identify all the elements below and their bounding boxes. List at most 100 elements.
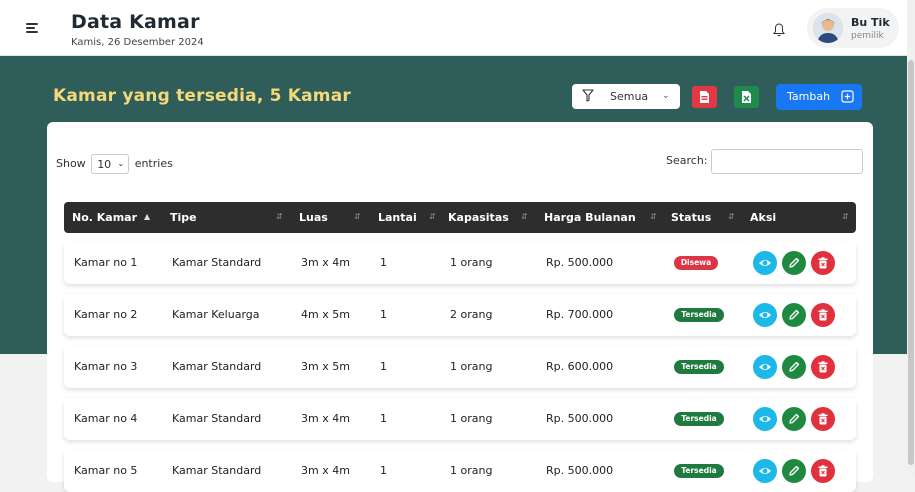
hamburger-icon[interactable]	[26, 23, 38, 33]
entries-label: entries	[134, 157, 173, 170]
edit-button[interactable]	[782, 303, 806, 327]
cell-luas: 4m x 5m	[301, 308, 350, 321]
sort-icon: ⇵	[354, 212, 361, 221]
cell-no-kamar: Kamar no 5	[74, 464, 138, 477]
view-button[interactable]	[753, 303, 777, 327]
cell-harga: Rp. 600.000	[546, 360, 614, 373]
cell-harga: Rp. 500.000	[546, 256, 614, 269]
delete-button[interactable]	[811, 407, 835, 431]
delete-button[interactable]	[811, 355, 835, 379]
add-room-button[interactable]: Tambah	[776, 84, 862, 110]
sort-icon: ⇵	[728, 212, 735, 221]
pencil-icon	[789, 257, 800, 268]
search-input[interactable]	[711, 149, 863, 174]
export-pdf-button[interactable]	[692, 86, 717, 108]
edit-button[interactable]	[782, 251, 806, 275]
cell-kapasitas: 1 orang	[450, 464, 493, 477]
delete-button[interactable]	[811, 303, 835, 327]
eye-icon	[759, 364, 771, 370]
sort-icon: ⇵	[521, 212, 528, 221]
edit-button[interactable]	[782, 459, 806, 483]
delete-button[interactable]	[811, 459, 835, 483]
trash-icon	[818, 309, 828, 321]
plus-square-icon	[841, 90, 854, 103]
table-row: Kamar no 2 Kamar Keluarga 4m x 5m 1 2 or…	[64, 294, 856, 336]
trash-icon	[818, 257, 828, 269]
cell-harga: Rp. 500.000	[546, 412, 614, 425]
view-button[interactable]	[753, 407, 777, 431]
sort-icon: ⇵	[842, 212, 849, 221]
edit-button[interactable]	[782, 355, 806, 379]
cell-no-kamar: Kamar no 2	[74, 308, 138, 321]
avatar	[813, 13, 843, 43]
user-name: Bu Tik	[851, 16, 890, 29]
view-button[interactable]	[753, 459, 777, 483]
filter-value: Semua	[610, 90, 649, 103]
status-filter-select[interactable]: Semua ⌄	[572, 84, 680, 109]
cell-tipe: Kamar Standard	[172, 360, 262, 373]
eye-icon	[759, 416, 771, 422]
view-button[interactable]	[753, 251, 777, 275]
page-date: Kamis, 26 Desember 2024	[71, 37, 204, 48]
cell-tipe: Kamar Keluarga	[172, 308, 260, 321]
eye-icon	[759, 260, 771, 266]
column-header-luas[interactable]: Luas	[299, 211, 328, 224]
cell-lantai: 1	[380, 308, 387, 321]
status-badge: Disewa	[674, 256, 718, 270]
bell-icon[interactable]	[773, 23, 785, 37]
cell-kapasitas: 1 orang	[450, 256, 493, 269]
column-header-harga[interactable]: Harga Bulanan	[544, 211, 636, 224]
delete-button[interactable]	[811, 251, 835, 275]
column-header-no-kamar[interactable]: No. Kamar	[72, 211, 137, 224]
status-badge: Tersedia	[674, 464, 724, 478]
table-row: Kamar no 3 Kamar Standard 3m x 5m 1 1 or…	[64, 346, 856, 388]
cell-lantai: 1	[380, 464, 387, 477]
entries-control: Show 10 ⌄ entries	[56, 154, 173, 174]
view-button[interactable]	[753, 355, 777, 379]
column-header-aksi[interactable]: Aksi	[750, 211, 776, 224]
cell-no-kamar: Kamar no 4	[74, 412, 138, 425]
trash-icon	[818, 413, 828, 425]
user-menu[interactable]: Bu Tik pemilik	[807, 8, 899, 48]
table-row: Kamar no 1 Kamar Standard 3m x 4m 1 1 or…	[64, 242, 856, 284]
trash-icon	[818, 361, 828, 373]
column-header-lantai[interactable]: Lantai	[378, 211, 417, 224]
cell-luas: 3m x 4m	[301, 464, 350, 477]
section-heading: Kamar yang tersedia, 5 Kamar	[53, 86, 351, 106]
cell-kapasitas: 1 orang	[450, 412, 493, 425]
column-header-status[interactable]: Status	[671, 211, 711, 224]
status-badge: Tersedia	[674, 308, 724, 322]
eye-icon	[759, 312, 771, 318]
cell-kapasitas: 2 orang	[450, 308, 493, 321]
scrollbar-thumb[interactable]	[908, 60, 914, 465]
column-header-kapasitas[interactable]: Kapasitas	[448, 211, 509, 224]
export-excel-button[interactable]	[734, 86, 759, 108]
eye-icon	[759, 468, 771, 474]
file-pdf-icon	[700, 91, 709, 103]
sort-icon: ⇵	[429, 212, 436, 221]
pencil-icon	[789, 465, 800, 476]
cell-luas: 3m x 4m	[301, 256, 350, 269]
cell-luas: 3m x 5m	[301, 360, 350, 373]
filter-icon	[582, 89, 594, 102]
cell-lantai: 1	[380, 360, 387, 373]
status-badge: Tersedia	[674, 412, 724, 426]
show-label: Show	[56, 157, 86, 170]
chevron-down-icon: ⌄	[117, 159, 125, 168]
pencil-icon	[789, 361, 800, 372]
sort-icon: ⇵	[276, 212, 283, 221]
cell-luas: 3m x 4m	[301, 412, 350, 425]
cell-tipe: Kamar Standard	[172, 256, 262, 269]
chevron-down-icon: ⌄	[662, 91, 670, 101]
table-row: Kamar no 5 Kamar Standard 3m x 4m 1 1 or…	[64, 450, 856, 492]
cell-harga: Rp. 700.000	[546, 308, 614, 321]
page-title: Data Kamar	[71, 11, 200, 33]
edit-button[interactable]	[782, 407, 806, 431]
cell-no-kamar: Kamar no 1	[74, 256, 138, 269]
file-excel-icon	[742, 91, 751, 103]
cell-tipe: Kamar Standard	[172, 412, 262, 425]
trash-icon	[818, 465, 828, 477]
cell-lantai: 1	[380, 412, 387, 425]
column-header-tipe[interactable]: Tipe	[170, 211, 197, 224]
entries-select[interactable]: 10 ⌄	[91, 154, 130, 174]
